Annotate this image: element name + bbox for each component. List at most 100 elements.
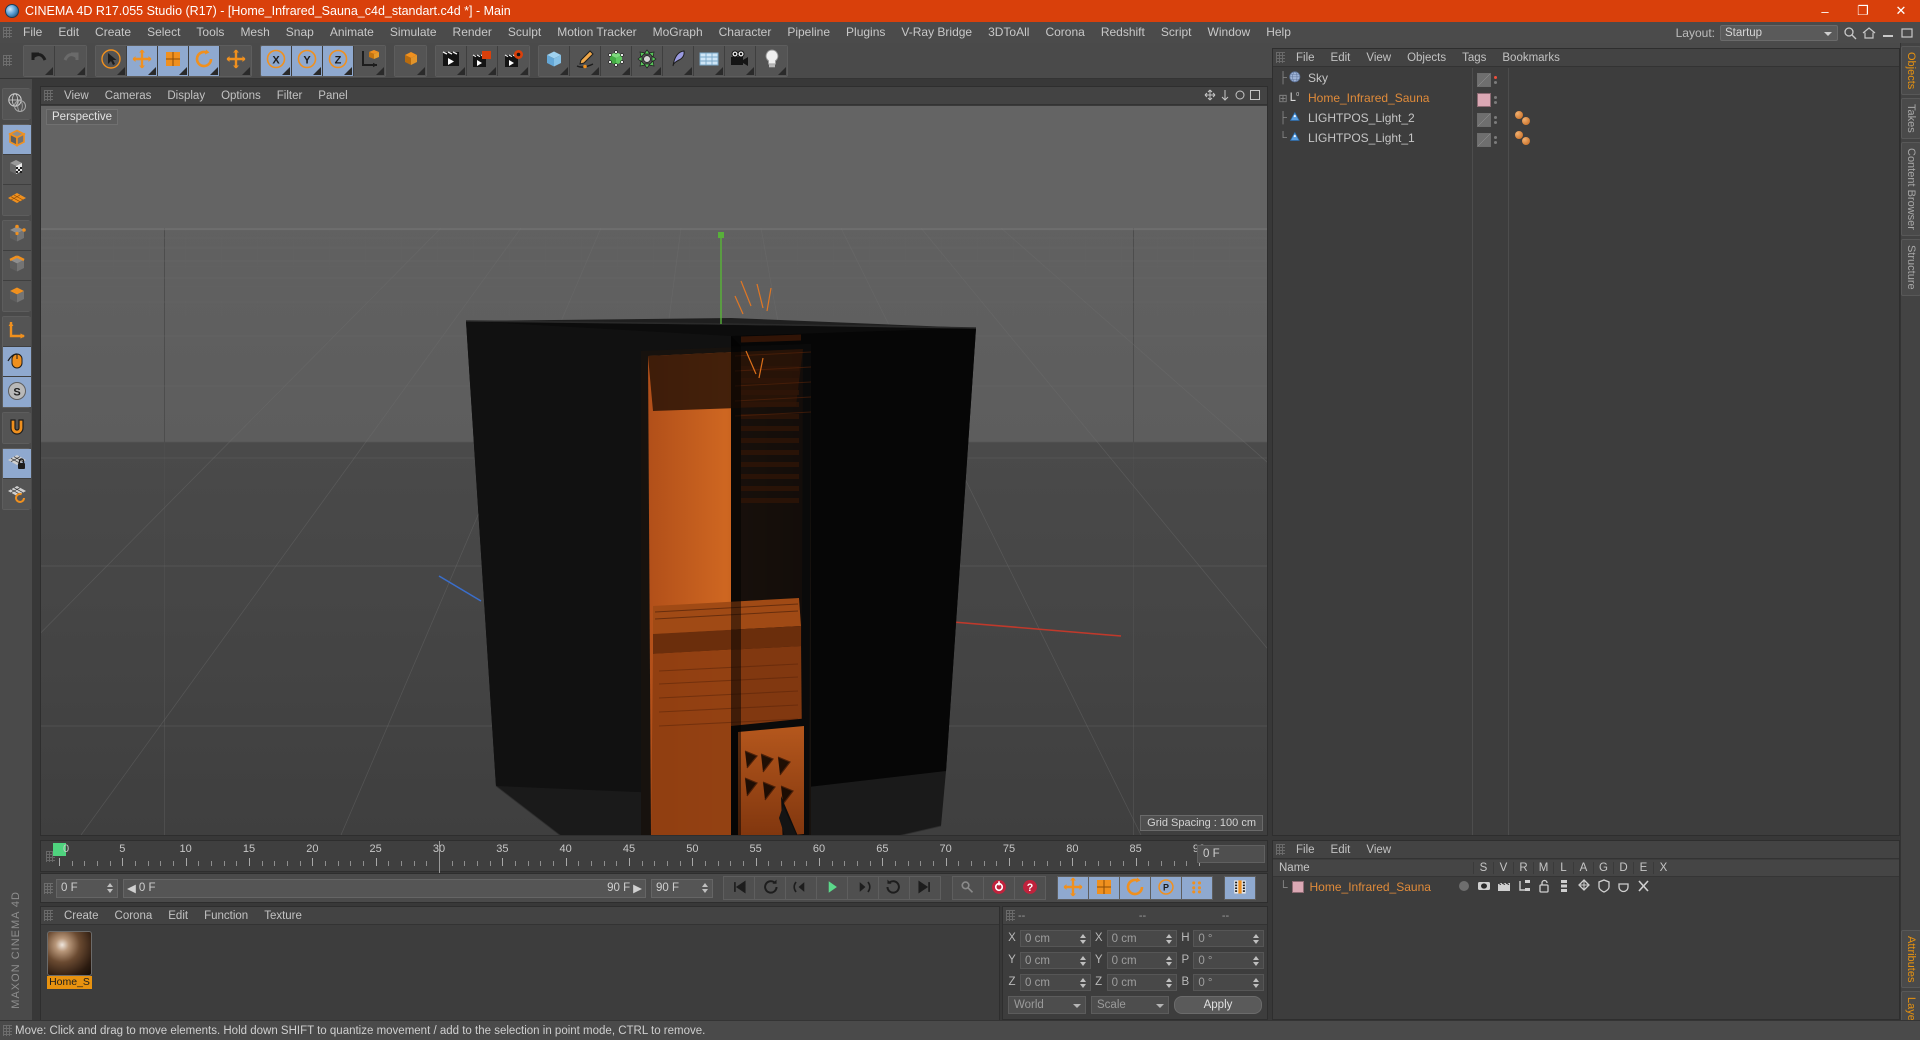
stepper[interactable] bbox=[1079, 977, 1087, 991]
previous-key-button[interactable] bbox=[754, 876, 786, 900]
frame-range-bar[interactable]: ◀ 0 F 90 F ▶ bbox=[123, 878, 646, 898]
add-environment-button[interactable] bbox=[694, 45, 725, 76]
render-settings-button[interactable] bbox=[498, 45, 529, 76]
record-param-button[interactable]: P bbox=[1150, 876, 1182, 900]
layer-menu-view[interactable]: View bbox=[1358, 841, 1399, 859]
viewport-menu-cameras[interactable]: Cameras bbox=[97, 87, 160, 105]
object-menu-view[interactable]: View bbox=[1358, 49, 1399, 67]
add-bend-button[interactable] bbox=[663, 45, 694, 76]
render-region-button[interactable] bbox=[467, 45, 498, 76]
rotation-b-input[interactable]: 0 ° bbox=[1193, 973, 1265, 991]
world-object-coord-button[interactable] bbox=[354, 45, 385, 76]
solo-dot-icon[interactable] bbox=[1457, 879, 1471, 896]
animation-bars-icon[interactable] bbox=[1557, 879, 1571, 896]
stepper[interactable] bbox=[1166, 933, 1173, 947]
toolbar-grip-icon[interactable] bbox=[3, 55, 12, 66]
material-grip-icon[interactable] bbox=[44, 910, 53, 921]
range-start-arrow[interactable]: ◀ bbox=[127, 881, 136, 895]
record-scale-button[interactable] bbox=[1088, 876, 1120, 900]
world-axis-mode-button[interactable] bbox=[3, 317, 31, 347]
viewport-menu-view[interactable]: View bbox=[56, 87, 97, 105]
menu-mesh[interactable]: Mesh bbox=[232, 22, 277, 43]
right-tab-takes[interactable]: Takes bbox=[1901, 98, 1920, 140]
end-frame-stepper[interactable] bbox=[702, 882, 709, 896]
autokey-button[interactable] bbox=[952, 876, 984, 900]
menu-motion-tracker[interactable]: Motion Tracker bbox=[549, 22, 644, 43]
step-back-button[interactable] bbox=[785, 876, 817, 900]
keyframe-help-button[interactable]: ? bbox=[1014, 876, 1046, 900]
object-row[interactable]: ⊞ 0 Home_Infrared_Sauna bbox=[1273, 88, 1472, 108]
viewport-move-icon[interactable] bbox=[1204, 89, 1216, 101]
timeline-mode-button[interactable] bbox=[1224, 876, 1256, 900]
material-tag-icon[interactable] bbox=[1477, 112, 1491, 127]
add-camera-button[interactable] bbox=[725, 45, 756, 76]
add-generator-button[interactable] bbox=[601, 45, 632, 76]
record-position-button[interactable] bbox=[1057, 876, 1089, 900]
range-end-arrow[interactable]: ▶ bbox=[633, 881, 642, 895]
menu-mograph[interactable]: MoGraph bbox=[645, 22, 711, 43]
object-visibility-dots[interactable] bbox=[1494, 135, 1497, 144]
model-mode-button[interactable] bbox=[3, 125, 31, 155]
workplane-mode-button[interactable] bbox=[3, 185, 31, 215]
visible-eye-icon[interactable] bbox=[1477, 879, 1491, 896]
rotate-tool-button[interactable] bbox=[189, 45, 220, 76]
size-z-input[interactable]: 0 cm bbox=[1106, 973, 1178, 991]
layer-grip-icon[interactable] bbox=[1276, 844, 1285, 855]
move-axis-button[interactable] bbox=[220, 45, 251, 76]
render-clapper-icon[interactable] bbox=[1497, 879, 1511, 896]
move-tool-button[interactable] bbox=[127, 45, 158, 76]
material-menu-corona[interactable]: Corona bbox=[107, 907, 161, 925]
unlock-icon[interactable] bbox=[1537, 879, 1551, 896]
add-spline-button[interactable] bbox=[570, 45, 601, 76]
object-axis-button[interactable] bbox=[395, 45, 426, 76]
object-menu-objects[interactable]: Objects bbox=[1399, 49, 1454, 67]
scale-tool-button[interactable] bbox=[158, 45, 189, 76]
menu-v-ray-bridge[interactable]: V-Ray Bridge bbox=[893, 22, 980, 43]
stepper[interactable] bbox=[1079, 955, 1087, 969]
manager-tree-icon[interactable] bbox=[1517, 879, 1531, 896]
search-icon[interactable] bbox=[1843, 26, 1857, 40]
undo-button[interactable] bbox=[24, 45, 55, 76]
layer-row[interactable]: └ Home_Infrared_Sauna bbox=[1273, 877, 1899, 897]
light-tag-icon[interactable] bbox=[1522, 137, 1530, 145]
current-frame-input[interactable]: 0 F bbox=[56, 878, 118, 898]
object-extra-tags-column[interactable] bbox=[1509, 68, 1899, 835]
position-z-input[interactable]: 0 cm bbox=[1020, 973, 1091, 991]
menu-grip-icon[interactable] bbox=[3, 27, 12, 38]
stepper[interactable] bbox=[1253, 955, 1260, 969]
material-tag-icon[interactable] bbox=[1477, 132, 1491, 147]
material-list[interactable]: Home_S bbox=[41, 926, 999, 1020]
expand-toggle[interactable]: ⊞ bbox=[1277, 92, 1289, 105]
object-visibility-dots[interactable] bbox=[1494, 115, 1497, 124]
quantize-button[interactable] bbox=[3, 479, 31, 509]
stepper[interactable] bbox=[1253, 977, 1260, 991]
menu-plugins[interactable]: Plugins bbox=[838, 22, 893, 43]
right-tab-structure[interactable]: Structure bbox=[1901, 238, 1920, 296]
minimize-layout-icon[interactable] bbox=[1881, 26, 1895, 40]
menu-window[interactable]: Window bbox=[1200, 22, 1259, 43]
material-menu-texture[interactable]: Texture bbox=[256, 907, 310, 925]
polygons-mode-button[interactable] bbox=[3, 281, 31, 311]
go-to-end-button[interactable] bbox=[909, 876, 941, 900]
menu-simulate[interactable]: Simulate bbox=[382, 22, 445, 43]
material-menu-function[interactable]: Function bbox=[196, 907, 256, 925]
enable-snap-button[interactable] bbox=[3, 449, 31, 479]
viewport-3d[interactable]: Perspective Grid Spacing: 100 cm bbox=[41, 106, 1267, 835]
object-row[interactable]: └ LIGHTPOS_Light_1 bbox=[1273, 128, 1472, 148]
viewport-solo-button[interactable] bbox=[3, 347, 31, 377]
object-row[interactable]: ├ Sky bbox=[1273, 68, 1472, 88]
menu-snap[interactable]: Snap bbox=[278, 22, 322, 43]
stepper[interactable] bbox=[1079, 933, 1087, 947]
home-icon[interactable] bbox=[1862, 26, 1876, 40]
record-button[interactable] bbox=[983, 876, 1015, 900]
material-tag-icon[interactable] bbox=[1477, 92, 1491, 107]
expression-cup-icon[interactable] bbox=[1617, 879, 1631, 896]
menu-help[interactable]: Help bbox=[1258, 22, 1299, 43]
menu-redshift[interactable]: Redshift bbox=[1093, 22, 1153, 43]
layer-menu-file[interactable]: File bbox=[1288, 841, 1323, 859]
close-button[interactable]: ✕ bbox=[1882, 0, 1920, 22]
points-mode-button[interactable] bbox=[3, 221, 31, 251]
object-menu-tags[interactable]: Tags bbox=[1454, 49, 1494, 67]
go-to-start-button[interactable] bbox=[723, 876, 755, 900]
size-y-input[interactable]: 0 cm bbox=[1106, 951, 1178, 969]
